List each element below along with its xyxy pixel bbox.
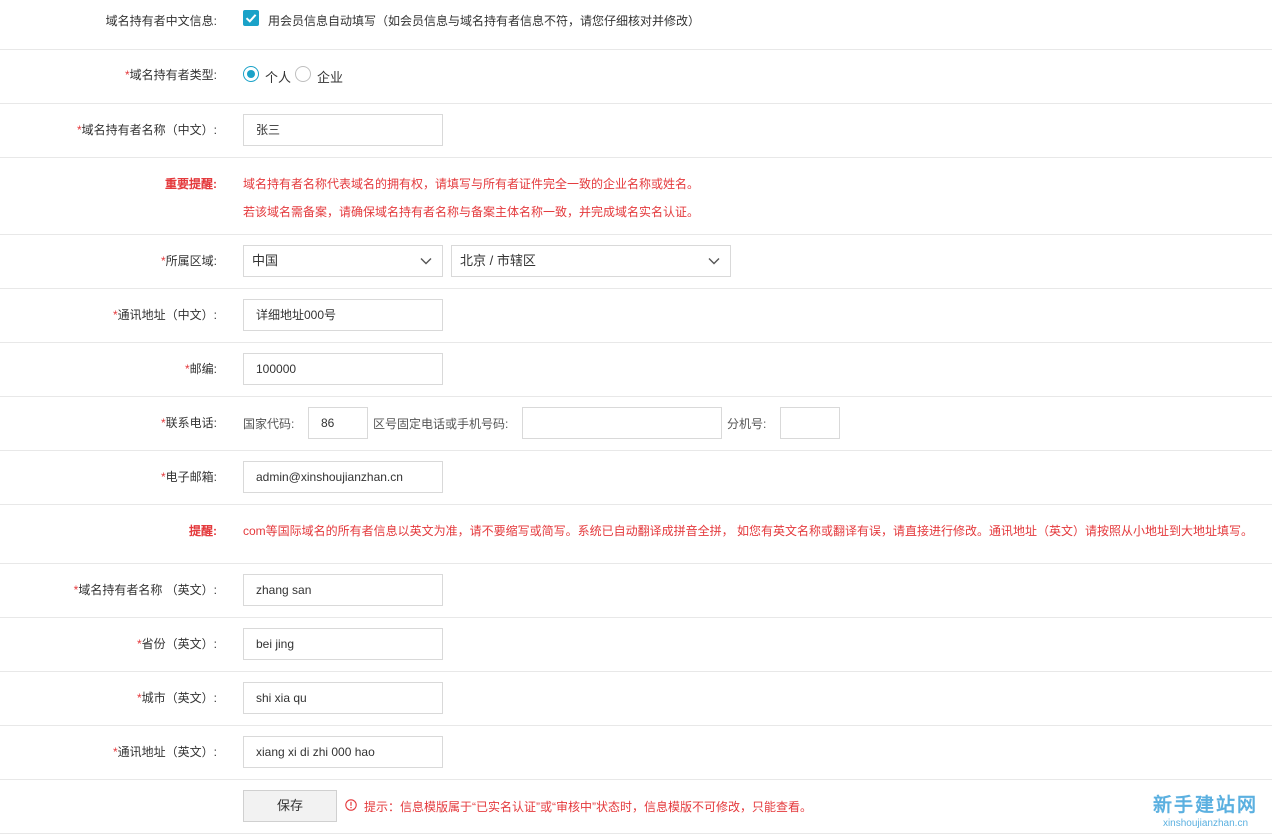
city-en-input[interactable]: shi xia qu — [243, 682, 443, 714]
checkmark-icon — [245, 14, 257, 23]
auto-fill-checkbox[interactable] — [243, 10, 259, 26]
radio-individual-label[interactable]: 个人 — [265, 67, 291, 86]
radio-enterprise[interactable] — [295, 66, 311, 82]
holder-name-cn-row: *域名持有者名称（中文）: 张三 — [0, 104, 1272, 158]
phone-number-label: 区号固定电话或手机号码: — [373, 417, 509, 431]
footer-hint: 提示：信息模版属于“已实名认证”或“审核中”状态时，信息模版不可修改，只能查看。 — [364, 800, 812, 814]
city-select[interactable]: 北京 / 市辖区 — [451, 245, 731, 277]
country-code-input[interactable]: 86 — [308, 407, 368, 439]
country-select[interactable]: 中国 — [243, 245, 443, 277]
province-en-input[interactable]: bei jing — [243, 628, 443, 660]
radio-enterprise-label[interactable]: 企业 — [317, 67, 343, 86]
radio-individual[interactable] — [243, 66, 259, 82]
chevron-down-icon — [420, 258, 432, 265]
holder-name-en-label: *域名持有者名称 （英文）: — [73, 583, 217, 597]
holder-type-label: *域名持有者类型: — [124, 68, 217, 82]
province-en-label: *省份（英文）: — [136, 637, 217, 651]
country-select-value: 中国 — [252, 253, 279, 268]
region-row: *所属区域: 中国 北京 / 市辖区 — [0, 235, 1272, 289]
important-notice-label: 重要提醒: — [165, 177, 217, 191]
address-cn-input[interactable]: 详细地址000号 — [243, 299, 443, 331]
holder-type-row: *域名持有者类型: 个人 企业 — [0, 50, 1272, 104]
city-en-row: *城市（英文）: shi xia qu — [0, 672, 1272, 726]
city-select-value: 北京 / 市辖区 — [460, 253, 536, 268]
watermark-title: 新手建站网 — [1152, 794, 1258, 816]
address-en-input[interactable]: xiang xi di zhi 000 hao — [243, 736, 443, 768]
site-watermark: 新手建站网 xinshoujianzhan.cn — [1153, 790, 1258, 829]
ext-input[interactable] — [780, 407, 840, 439]
province-en-row: *省份（英文）: bei jing — [0, 618, 1272, 672]
postcode-label: *邮编: — [184, 362, 217, 376]
chevron-down-icon — [708, 258, 720, 265]
holder-name-cn-input[interactable]: 张三 — [243, 114, 443, 146]
email-row: *电子邮箱: admin@xinshoujianzhan.cn — [0, 451, 1272, 505]
email-label: *电子邮箱: — [160, 470, 217, 484]
postcode-input[interactable]: 100000 — [243, 353, 443, 385]
address-cn-row: *通讯地址（中文）: 详细地址000号 — [0, 289, 1272, 343]
watermark-url: xinshoujianzhan.cn — [1162, 818, 1249, 829]
city-en-label: *城市（英文）: — [136, 691, 217, 705]
tip-text: com等国际域名的所有者信息以英文为准，请不要缩写或简写。系统已自动翻译成拼音全… — [243, 524, 1254, 538]
phone-label: *联系电话: — [160, 416, 217, 430]
important-notice-line-1: 域名持有者名称代表域名的拥有权，请填写与所有者证件完全一致的企业名称或姓名。 — [243, 177, 700, 191]
country-code-label: 国家代码: — [243, 417, 295, 431]
auto-fill-text: 用会员信息自动填写（如会员信息与域名持有者信息不符，请您仔细核对并修改） — [268, 14, 701, 28]
address-en-label: *通讯地址（英文）: — [112, 745, 217, 759]
footer-row: 保存 提示：信息模版属于“已实名认证”或“审核中”状态时，信息模版不可修改，只能… — [0, 780, 1272, 834]
address-cn-label: *通讯地址（中文）: — [112, 308, 217, 322]
email-input[interactable]: admin@xinshoujianzhan.cn — [243, 461, 443, 493]
holder-name-cn-label: *域名持有者名称（中文）: — [76, 123, 217, 137]
postcode-row: *邮编: 100000 — [0, 343, 1272, 397]
phone-number-input[interactable] — [522, 407, 722, 439]
address-en-row: *通讯地址（英文）: xiang xi di zhi 000 hao — [0, 726, 1272, 780]
region-label: *所属区域: — [160, 254, 217, 268]
tip-label: 提醒: — [189, 524, 217, 538]
auto-fill-label: 域名持有者中文信息: — [105, 14, 217, 28]
phone-row: *联系电话: 国家代码: 86 区号固定电话或手机号码: 分机号: — [0, 397, 1272, 451]
holder-name-en-input[interactable]: zhang san — [243, 574, 443, 606]
important-notice-line-2: 若该域名需备案，请确保域名持有者名称与备案主体名称一致，并完成域名实名认证。 — [243, 205, 700, 219]
ext-label: 分机号: — [727, 417, 767, 431]
auto-fill-row: 域名持有者中文信息: 用会员信息自动填写（如会员信息与域名持有者信息不符，请您仔… — [0, 0, 1272, 50]
tip-row: 提醒: com等国际域名的所有者信息以英文为准，请不要缩写或简写。系统已自动翻译… — [0, 505, 1272, 564]
important-notice-row: 重要提醒: 域名持有者名称代表域名的拥有权，请填写与所有者证件完全一致的企业名称… — [0, 158, 1272, 235]
info-circle-icon — [345, 799, 357, 811]
holder-name-en-row: *域名持有者名称 （英文）: zhang san — [0, 564, 1272, 618]
save-button[interactable]: 保存 — [243, 790, 337, 822]
